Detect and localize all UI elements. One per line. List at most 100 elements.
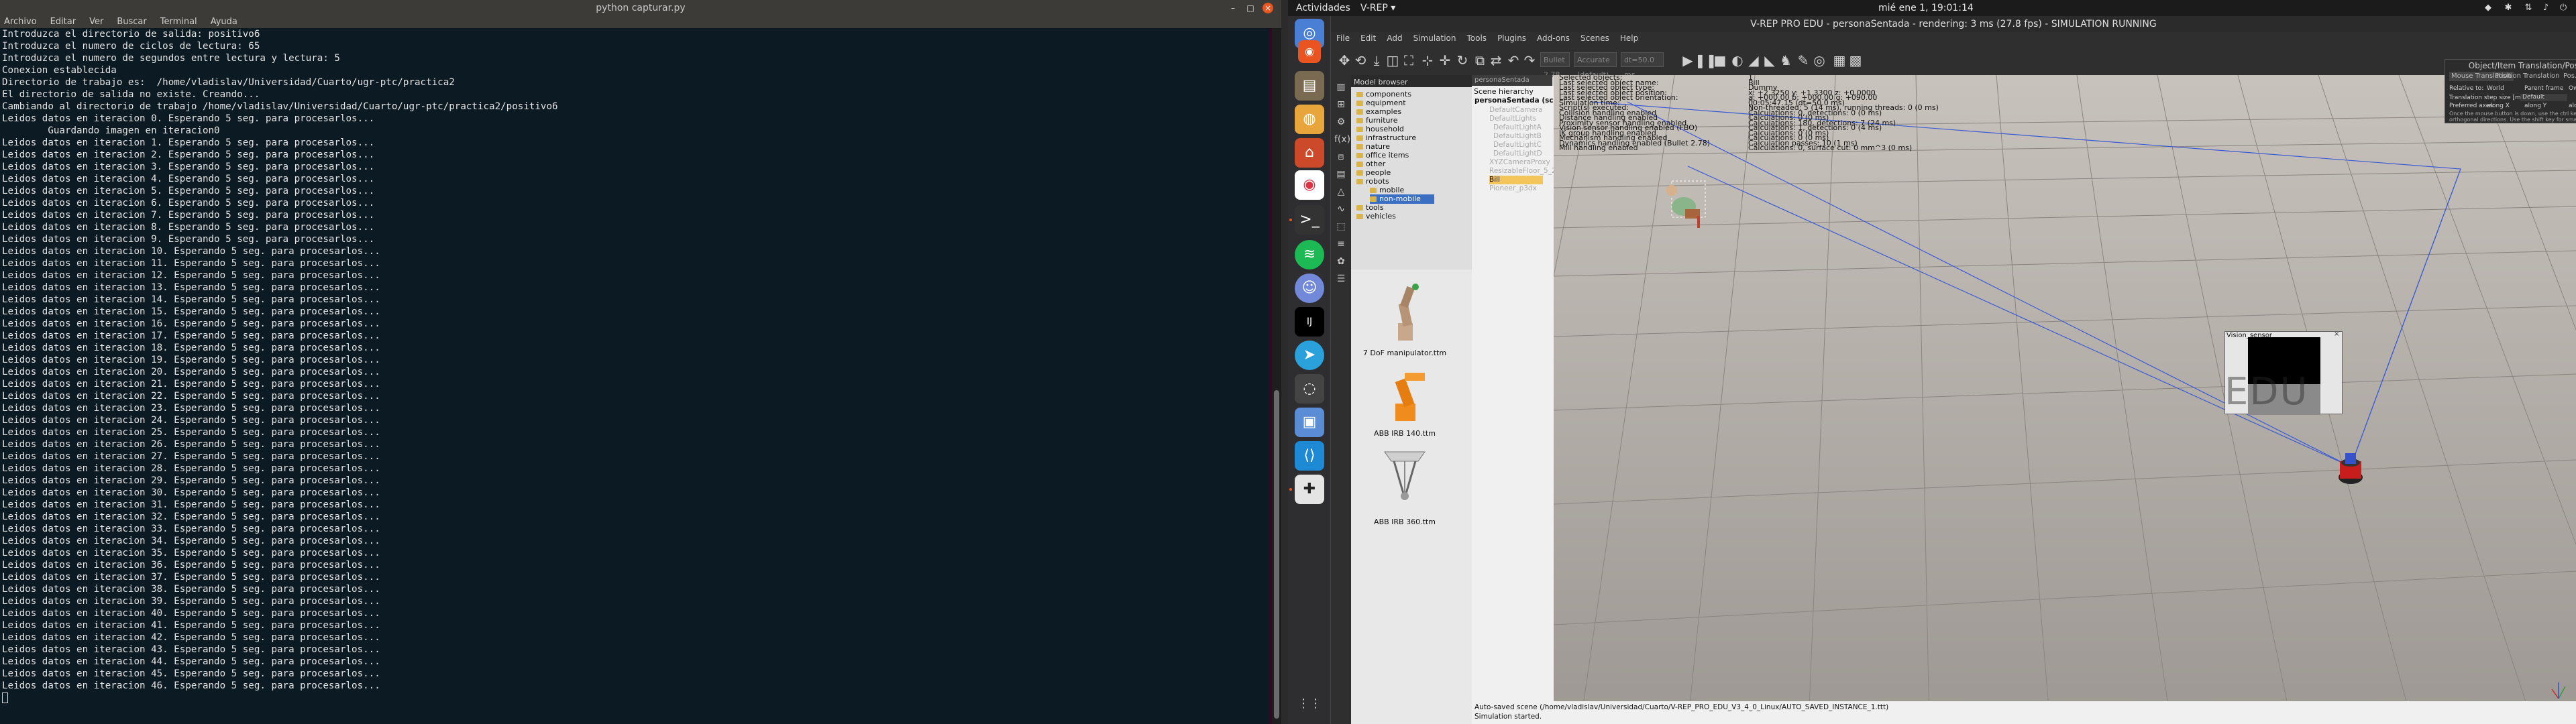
scene-item[interactable]: DefaultCamera bbox=[1489, 106, 1543, 115]
store-icon[interactable]: ⌂ bbox=[1295, 138, 1324, 168]
folder-item[interactable]: office items bbox=[1356, 151, 1409, 160]
collections-icon[interactable]: ⧈ bbox=[1334, 150, 1348, 164]
step-select[interactable]: Default bbox=[2520, 94, 2567, 101]
folder-item[interactable]: components bbox=[1356, 90, 1411, 99]
menu-terminal[interactable]: Terminal bbox=[160, 16, 197, 28]
scene-item[interactable]: DefaultLightA bbox=[1493, 123, 1542, 132]
scene-item-selected[interactable]: Bill bbox=[1489, 176, 1543, 184]
menu-ver[interactable]: Ver bbox=[89, 16, 103, 28]
radio-own-frame[interactable]: Own frame bbox=[2569, 85, 2576, 92]
terminal-scrollbar[interactable] bbox=[1272, 28, 1281, 724]
terminal-app-icon[interactable]: >_ bbox=[1295, 205, 1324, 235]
scene-item[interactable]: DefaultLightD bbox=[1493, 149, 1542, 158]
folder-item[interactable]: vehicles bbox=[1356, 212, 1396, 221]
shape-edit-icon[interactable]: △ bbox=[1334, 185, 1348, 198]
scripts-icon[interactable]: ▤ bbox=[1334, 168, 1348, 181]
fit-to-view-icon[interactable]: ⛶ bbox=[1399, 51, 1418, 70]
scene-item[interactable]: XYZCameraProxy bbox=[1489, 158, 1550, 167]
terminal-prompt[interactable] bbox=[2, 692, 1269, 704]
clock[interactable]: mié ene 1, 19:01:14 bbox=[1878, 0, 1974, 16]
show-apps-icon[interactable]: ⋮⋮ bbox=[1295, 689, 1324, 719]
calc-modules-icon[interactable]: f(x) bbox=[1334, 133, 1350, 146]
vscode-icon[interactable]: ⟨⟩ bbox=[1295, 441, 1324, 471]
menu-tools[interactable]: Tools bbox=[1467, 32, 1487, 44]
menu-editar[interactable]: Editar bbox=[50, 16, 76, 28]
menu-archivo[interactable]: Archivo bbox=[4, 16, 37, 28]
menu-edit[interactable]: Edit bbox=[1360, 32, 1376, 44]
checkbox-along-x[interactable]: along X bbox=[2487, 103, 2510, 109]
stop-icon[interactable]: ■ bbox=[1711, 51, 1729, 70]
folder-item[interactable]: household bbox=[1356, 125, 1404, 134]
checkbox-along-z[interactable]: along Z bbox=[2569, 103, 2576, 109]
menu-plugins[interactable]: Plugins bbox=[1497, 32, 1526, 44]
scrollbar-thumb[interactable] bbox=[1274, 390, 1279, 719]
folder-item[interactable]: furniture bbox=[1356, 116, 1398, 125]
checkbox-along-y[interactable]: along Y bbox=[2524, 103, 2546, 109]
radio-parent-frame[interactable]: Parent frame bbox=[2524, 85, 2563, 92]
scene-item[interactable]: ResizableFloor_5_25 bbox=[1489, 167, 1560, 176]
terminal-output[interactable]: Introduzca el directorio de salida: posi… bbox=[0, 28, 1269, 724]
selection-icon[interactable]: ⬚ bbox=[1334, 220, 1348, 233]
scene-item[interactable]: DefaultLights bbox=[1489, 115, 1536, 123]
accuracy-combo[interactable]: Accurate (default) bbox=[1574, 52, 1617, 79]
scene-item[interactable]: DefaultLightB bbox=[1493, 132, 1542, 141]
manipulator-thumbnail[interactable] bbox=[1378, 283, 1432, 343]
timestep-combo[interactable]: dt=50.0 ms (default) bbox=[1621, 52, 1664, 94]
folder-item[interactable]: equipment bbox=[1356, 99, 1406, 108]
menu-scenes[interactable]: Scenes bbox=[1580, 32, 1609, 44]
tab-position[interactable]: Position bbox=[2495, 72, 2521, 81]
folder-item[interactable]: robots bbox=[1356, 177, 1389, 186]
redo-icon[interactable]: ↷ bbox=[1520, 51, 1539, 70]
menu-addons[interactable]: Add-ons bbox=[1537, 32, 1570, 44]
thread-icon[interactable]: ♞ bbox=[1776, 51, 1795, 70]
folder-item[interactable]: mobile bbox=[1370, 186, 1404, 195]
click-select-icon[interactable]: ⊹ bbox=[1418, 51, 1437, 70]
menu-help[interactable]: Help bbox=[1620, 32, 1638, 44]
activities-button[interactable]: Actividades bbox=[1296, 0, 1350, 16]
menu-file[interactable]: File bbox=[1336, 32, 1350, 44]
intellij-icon[interactable]: IJ bbox=[1295, 307, 1324, 337]
scene-hierarchy-icon[interactable]: ⊞ bbox=[1334, 98, 1348, 111]
folder-item[interactable]: nature bbox=[1356, 142, 1390, 152]
minimize-icon[interactable]: – bbox=[1228, 3, 1238, 13]
steam-icon[interactable]: ◌ bbox=[1295, 374, 1324, 404]
path-edit-icon[interactable]: ∿ bbox=[1334, 202, 1348, 216]
scene-tab[interactable]: personaSentada bbox=[1472, 75, 1552, 86]
folder-item[interactable]: people bbox=[1356, 168, 1391, 178]
accessibility-icon[interactable]: ✱ bbox=[2502, 3, 2514, 13]
spotify-icon[interactable]: ≋ bbox=[1295, 240, 1324, 269]
abb-irb360-thumbnail[interactable] bbox=[1378, 445, 1432, 512]
folder-item[interactable]: infrastructure bbox=[1356, 133, 1416, 143]
scene-item[interactable]: Pioneer_p3dx bbox=[1489, 184, 1537, 193]
maximize-icon[interactable]: □ bbox=[1245, 3, 1256, 13]
files-icon[interactable]: ▤ bbox=[1295, 71, 1324, 101]
tab-pos-scaling[interactable]: Pos. Scaling bbox=[2563, 72, 2576, 81]
tab-translation[interactable]: Translation bbox=[2523, 72, 2560, 81]
firefox-icon[interactable]: ◉ bbox=[1298, 40, 1321, 63]
discord-icon[interactable]: ☺ bbox=[1295, 274, 1324, 303]
dropbox-icon[interactable]: ◆ bbox=[2482, 3, 2494, 13]
scene-selector-icon[interactable]: ▩ bbox=[1846, 51, 1865, 70]
radio-world[interactable]: World bbox=[2487, 85, 2504, 92]
volume-icon[interactable]: ♪ bbox=[2540, 3, 2552, 13]
telegram-icon[interactable]: ➤ bbox=[1295, 341, 1324, 370]
layers-icon[interactable]: ≡ bbox=[1334, 237, 1348, 251]
folder-item[interactable]: tools bbox=[1356, 203, 1384, 213]
abb-irb140-thumbnail[interactable] bbox=[1378, 363, 1432, 424]
vrep-icon[interactable]: ✚ bbox=[1295, 475, 1324, 504]
model-browser-icon[interactable]: ▥ bbox=[1334, 80, 1348, 94]
virtualbox-icon[interactable]: ▣ bbox=[1295, 408, 1324, 437]
folder-item[interactable]: other bbox=[1356, 160, 1385, 169]
gear-icon[interactable]: ✿ bbox=[1334, 255, 1348, 268]
network-icon[interactable]: ⇅ bbox=[2522, 3, 2534, 13]
scene-item[interactable]: DefaultLightC bbox=[1493, 141, 1542, 149]
object-properties-icon[interactable]: ⚙ bbox=[1334, 115, 1348, 129]
transfer-dna-icon[interactable]: ⇄ bbox=[1487, 51, 1505, 70]
menu-ayuda[interactable]: Ayuda bbox=[211, 16, 237, 28]
software-icon[interactable]: ◍ bbox=[1295, 105, 1324, 134]
menu-add[interactable]: Add bbox=[1387, 32, 1402, 44]
folder-item-selected[interactable]: non-mobile bbox=[1370, 194, 1434, 204]
app-menu[interactable]: V-REP ▾ bbox=[1360, 0, 1395, 16]
folder-item[interactable]: examples bbox=[1356, 107, 1401, 117]
toggle-icon[interactable]: ◎ bbox=[1810, 51, 1829, 70]
